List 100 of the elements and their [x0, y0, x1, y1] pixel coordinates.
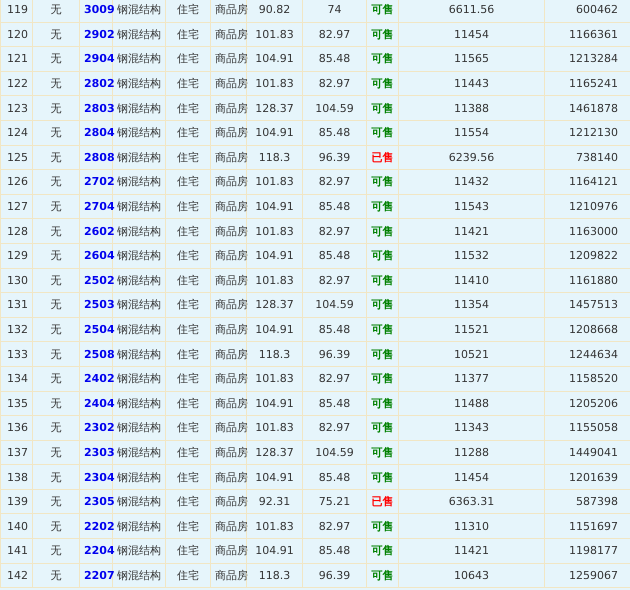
table-cell: 104.91 [246, 538, 302, 564]
room-number-link[interactable]: 2202 [84, 520, 115, 533]
table-cell: 11543 [398, 194, 544, 219]
status-label: 可售 [366, 243, 398, 268]
table-cell: 137 [0, 440, 32, 465]
status-label: 可售 [366, 292, 398, 318]
room-number-link[interactable]: 2204 [84, 544, 115, 558]
room-number-link[interactable]: 2904 [84, 52, 115, 66]
table-cell: 无 [32, 22, 80, 47]
table-cell: 商品房 [210, 514, 246, 539]
table-cell: 住宅 [166, 268, 210, 293]
status-label: 可售 [366, 366, 398, 391]
table-cell: 128.37 [246, 440, 302, 465]
table-cell: 96.39 [302, 342, 366, 366]
table-cell: 11532 [398, 243, 544, 268]
table-cell: 123 [0, 96, 32, 120]
room-number-link[interactable]: 2704 [84, 200, 115, 214]
table-cell: 85.48 [302, 194, 366, 219]
table-cell: 无 [32, 366, 80, 391]
table-cell: 128 [0, 218, 32, 244]
room-number-link[interactable]: 2402 [84, 372, 115, 386]
table-cell: 82.97 [302, 416, 366, 440]
room-number-link[interactable]: 2303 [84, 446, 115, 459]
table-cell: 商品房 [210, 489, 246, 514]
table-cell: 104.91 [246, 243, 302, 268]
room-number-link[interactable]: 2902 [84, 28, 115, 41]
table-cell: 128.37 [246, 292, 302, 318]
table-cell: 104.91 [246, 194, 302, 219]
table-cell: 钢混结构 [112, 145, 166, 170]
room-number-link[interactable]: 2305 [84, 495, 115, 508]
status-label: 可售 [366, 317, 398, 342]
table-cell: 128.37 [246, 96, 302, 120]
table-cell: 101.83 [246, 416, 302, 440]
table-cell: 122 [0, 71, 32, 96]
room-number-link[interactable]: 2602 [84, 224, 115, 238]
status-label: 可售 [366, 464, 398, 490]
table-cell: 104.91 [246, 391, 302, 416]
table-cell: 75.21 [302, 489, 366, 514]
table-cell: 住宅 [166, 292, 210, 318]
table-cell: 无 [32, 0, 80, 22]
status-label: 可售 [366, 170, 398, 194]
table-cell: 钢混结构 [112, 218, 166, 244]
room-number-link[interactable]: 2702 [84, 175, 115, 188]
room-number-link[interactable]: 2604 [84, 249, 115, 262]
table-cell: 住宅 [166, 0, 210, 22]
room-number-link[interactable]: 2802 [84, 77, 115, 90]
table-cell: 商品房 [210, 464, 246, 490]
room-number-link[interactable]: 2302 [84, 421, 115, 434]
table-cell: 钢混结构 [112, 268, 166, 293]
table-cell: 135 [0, 391, 32, 416]
table-cell: 104.91 [246, 46, 302, 72]
table-cell: 96.39 [302, 563, 366, 588]
table-cell: 住宅 [166, 194, 210, 219]
table-cell: 商品房 [210, 0, 246, 22]
table-cell: 商品房 [210, 170, 246, 194]
table-cell: 无 [32, 563, 80, 588]
table-cell: 131 [0, 292, 32, 318]
table-cell: 无 [32, 292, 80, 318]
room-number-link[interactable]: 2502 [84, 274, 115, 287]
table-cell: 住宅 [166, 440, 210, 465]
table-cell: 住宅 [166, 218, 210, 244]
table-cell: 无 [32, 243, 80, 268]
room-number-link[interactable]: 2804 [84, 126, 115, 140]
table-cell: 无 [32, 120, 80, 146]
table-cell: 104.91 [246, 317, 302, 342]
table-cell: 无 [32, 194, 80, 219]
room-number-link[interactable]: 2808 [84, 150, 115, 164]
table-cell: 11310 [398, 514, 544, 539]
table-cell: 104.59 [302, 96, 366, 120]
table-cell: 11343 [398, 416, 544, 440]
table-cell: 104.91 [246, 464, 302, 490]
table-cell: 101.83 [246, 514, 302, 539]
table-cell: 钢混结构 [112, 563, 166, 588]
table-cell: 82.97 [302, 514, 366, 539]
table-cell: 商品房 [210, 194, 246, 219]
table-cell: 11521 [398, 317, 544, 342]
table-cell: 商品房 [210, 96, 246, 120]
table-cell: 138 [0, 464, 32, 490]
table-cell: 139 [0, 489, 32, 514]
room-number-link[interactable]: 2803 [84, 102, 115, 115]
room-number-link[interactable]: 2207 [84, 568, 115, 582]
room-number-link[interactable]: 2304 [84, 470, 115, 484]
room-number-link[interactable]: 2504 [84, 323, 115, 336]
table-cell: 125 [0, 145, 32, 170]
table-cell: 商品房 [210, 292, 246, 318]
table-cell: 住宅 [166, 366, 210, 391]
table-cell: 11377 [398, 366, 544, 391]
table-cell: 11454 [398, 22, 544, 47]
table-cell: 11410 [398, 268, 544, 293]
table-cell: 住宅 [166, 46, 210, 72]
room-number-link[interactable]: 2508 [84, 348, 115, 361]
room-number-link[interactable]: 2404 [84, 396, 115, 410]
status-label: 可售 [366, 96, 398, 120]
table-cell: 118.3 [246, 563, 302, 588]
table-cell: 钢混结构 [112, 342, 166, 366]
table-cell: 85.48 [302, 391, 366, 416]
room-number-link[interactable]: 2503 [84, 298, 115, 312]
table-cell: 142 [0, 563, 32, 588]
table-cell: 住宅 [166, 96, 210, 120]
room-number-link[interactable]: 3009 [84, 3, 115, 16]
